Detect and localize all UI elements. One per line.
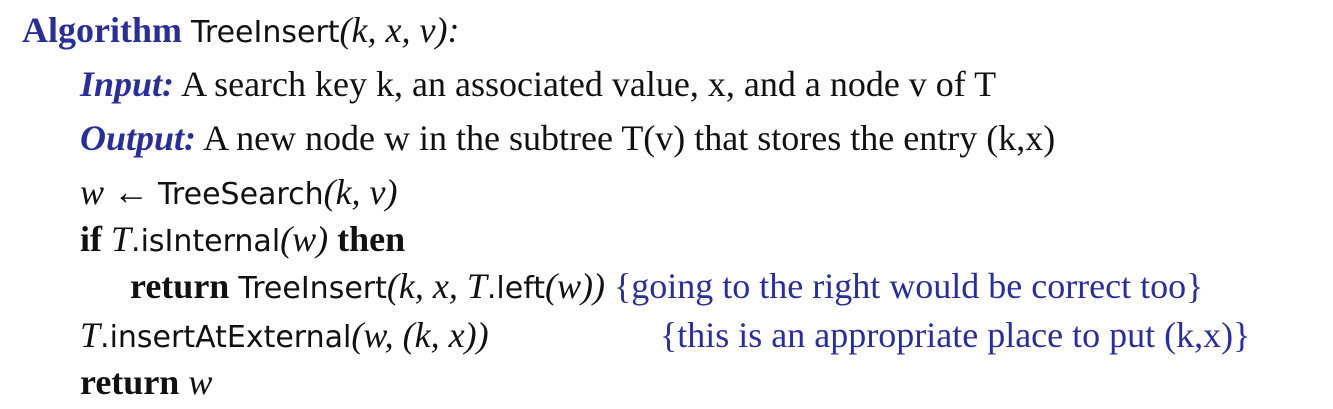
if-object: T xyxy=(111,219,132,259)
if-method: .isInternal xyxy=(131,224,281,259)
insert-line: T.insertAtExternal(w, (k, x)) xyxy=(80,315,489,358)
output-text: A new node w in the subtree T(v) that st… xyxy=(203,118,1056,158)
input-text: A search key k, an associated value, x, … xyxy=(181,64,997,104)
return-comment: {going to the right would be correct too… xyxy=(613,266,1204,306)
return-line: return TreeInsert(k, x, T.left(w)) {goin… xyxy=(130,266,1203,309)
final-return-line: return w xyxy=(80,362,212,402)
return-method: .left xyxy=(486,271,545,306)
if-args: (w) xyxy=(280,219,329,259)
return-args-pre: (k, x, xyxy=(386,266,467,306)
return-args-post: (w)) xyxy=(545,266,605,306)
assign-args: (k, v) xyxy=(323,172,398,212)
algorithm-name: TreeInsert xyxy=(190,15,340,50)
assign-variable: w xyxy=(80,172,105,212)
final-return-variable: w xyxy=(188,362,213,402)
return-object: T xyxy=(466,266,487,306)
return-keyword: return xyxy=(130,266,230,306)
assign-line: w ← TreeSearch(k, v) xyxy=(80,172,398,215)
insert-comment: {this is an appropriate place to put (k,… xyxy=(660,315,1251,355)
input-label: Input: xyxy=(80,64,175,104)
insert-object: T xyxy=(80,315,101,355)
algorithm-params: (k, x, v): xyxy=(339,10,460,50)
assign-arrow: ← xyxy=(113,172,150,212)
if-keyword: if xyxy=(80,219,102,259)
assign-call: TreeSearch xyxy=(158,177,324,212)
algorithm-block: Algorithm TreeInsert(k, x, v): Input: A … xyxy=(0,0,1333,409)
output-label: Output: xyxy=(80,118,197,158)
insert-args: (w, (k, x)) xyxy=(351,315,489,355)
output-line: Output: A new node w in the subtree T(v)… xyxy=(80,118,1055,158)
then-keyword: then xyxy=(337,219,406,259)
algorithm-header: Algorithm TreeInsert(k, x, v): xyxy=(22,10,459,53)
algorithm-keyword: Algorithm xyxy=(22,10,182,50)
final-return-keyword: return xyxy=(80,362,180,402)
if-line: if T.isInternal(w) then xyxy=(80,219,405,262)
return-call: TreeInsert xyxy=(238,271,387,306)
input-line: Input: A search key k, an associated val… xyxy=(80,64,996,104)
insert-method: .insertAtExternal xyxy=(100,320,352,355)
